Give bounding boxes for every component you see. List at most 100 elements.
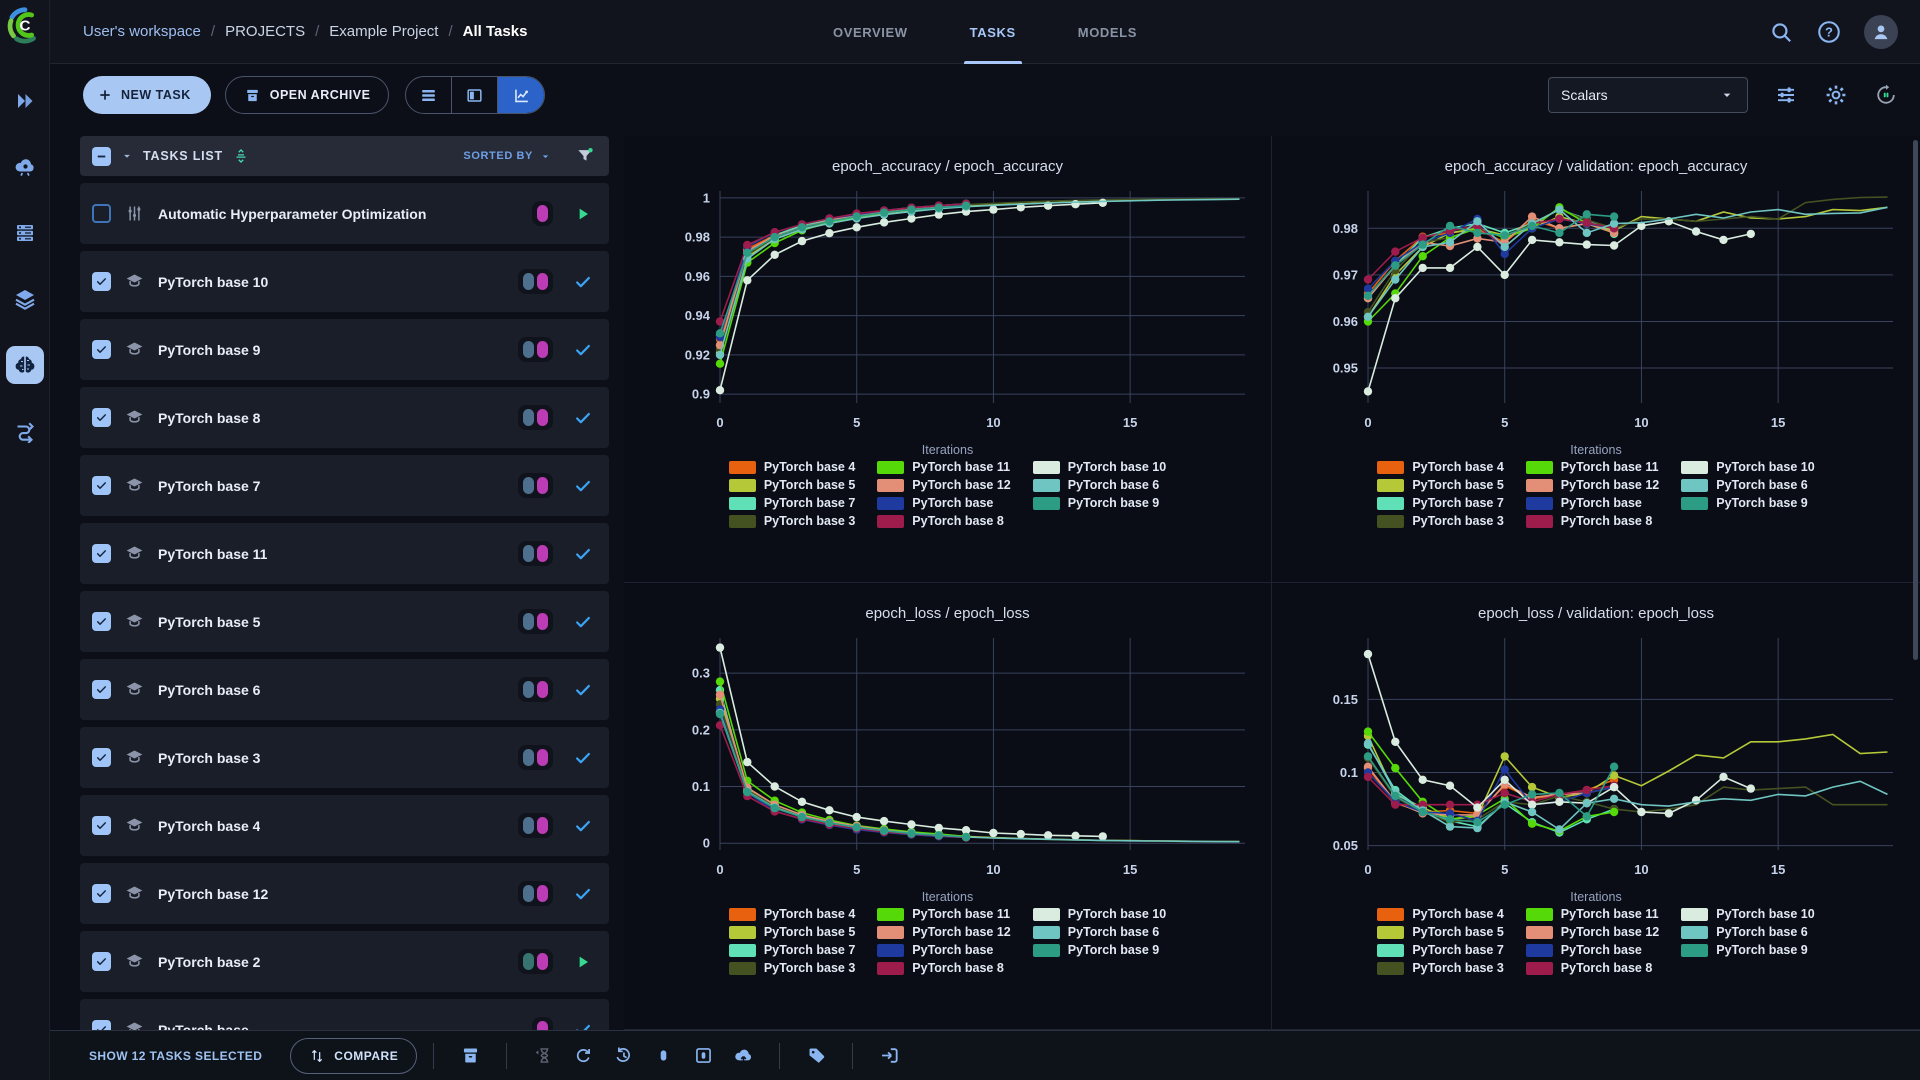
legend-item[interactable]: PyTorch base 8 — [877, 514, 1010, 528]
avatar-user-button[interactable] — [1864, 14, 1898, 49]
new-task-button[interactable]: NEW TASK — [83, 76, 211, 114]
split-view-button[interactable] — [452, 77, 499, 113]
task-checkbox[interactable] — [92, 1020, 111, 1030]
legend-item[interactable]: PyTorch base 12 — [1525, 925, 1659, 939]
legend-item[interactable]: PyTorch base — [1525, 496, 1659, 510]
sidebar-item-quick-start[interactable] — [6, 82, 44, 120]
legend-item[interactable]: PyTorch base 6 — [1681, 478, 1814, 492]
tab-overview[interactable]: OVERVIEW — [809, 0, 932, 64]
help-button[interactable]: ? — [1816, 19, 1842, 45]
task-checkbox[interactable] — [92, 408, 111, 427]
legend-item[interactable]: PyTorch base 9 — [1032, 943, 1166, 957]
task-checkbox[interactable] — [92, 748, 111, 767]
legend-item[interactable]: PyTorch base 4 — [728, 460, 855, 474]
reset-button[interactable] — [563, 1036, 603, 1076]
task-row[interactable]: PyTorch base 4 — [80, 795, 609, 856]
filter-funnel-icon[interactable] — [575, 146, 595, 166]
legend-item[interactable]: PyTorch base 6 — [1032, 925, 1166, 939]
selection-menu-caret-icon[interactable] — [120, 149, 134, 163]
task-checkbox[interactable] — [92, 680, 111, 699]
legend-item[interactable]: PyTorch base 12 — [877, 478, 1011, 492]
abort-all-children-button[interactable] — [683, 1036, 723, 1076]
legend-item[interactable]: PyTorch base 9 — [1681, 943, 1814, 957]
task-row[interactable]: PyTorch base 5 — [80, 591, 609, 652]
retry-button[interactable] — [603, 1036, 643, 1076]
legend-item[interactable]: PyTorch base 8 — [1525, 961, 1659, 975]
legend-item[interactable]: PyTorch base 7 — [1377, 496, 1504, 510]
legend-item[interactable]: PyTorch base 9 — [1032, 496, 1166, 510]
task-checkbox[interactable] — [92, 952, 111, 971]
legend-item[interactable]: PyTorch base 6 — [1681, 925, 1814, 939]
task-checkbox[interactable] — [92, 544, 111, 563]
legend-item[interactable]: PyTorch base 4 — [1377, 460, 1504, 474]
tab-tasks[interactable]: TASKS — [946, 0, 1040, 64]
move-to-project-button[interactable] — [869, 1036, 909, 1076]
compare-button[interactable]: COMPARE — [290, 1037, 418, 1074]
legend-item[interactable]: PyTorch base 5 — [1377, 925, 1504, 939]
sorted-by-control[interactable]: SORTED BY — [463, 150, 552, 163]
tune-button[interactable] — [1774, 83, 1798, 107]
legend-item[interactable]: PyTorch base 10 — [1032, 907, 1166, 921]
task-row[interactable]: PyTorch base 10 — [80, 251, 609, 312]
task-row[interactable]: PyTorch base 6 — [80, 659, 609, 720]
task-checkbox[interactable] — [92, 340, 111, 359]
task-row[interactable]: PyTorch base 12 — [80, 863, 609, 924]
selected-count-text[interactable]: SHOW 12 TASKS SELECTED — [89, 1049, 262, 1063]
chart-plot[interactable]: 0 5 10 15 0.95 0.96 0.97 0.98 — [1276, 177, 1916, 445]
breadcrumb-item[interactable]: PROJECTS — [225, 23, 305, 40]
legend-item[interactable]: PyTorch base 12 — [1525, 478, 1659, 492]
metric-type-select[interactable]: Scalars — [1548, 77, 1748, 113]
task-checkbox[interactable] — [92, 204, 111, 223]
legend-item[interactable]: PyTorch base 7 — [1377, 943, 1504, 957]
legend-item[interactable]: PyTorch base 6 — [1032, 478, 1166, 492]
sidebar-item-cloud-autoscaler[interactable] — [6, 148, 44, 186]
sidebar-item-workers-queues[interactable] — [6, 214, 44, 252]
legend-item[interactable]: PyTorch base 10 — [1032, 460, 1166, 474]
legend-item[interactable]: PyTorch base 5 — [728, 925, 855, 939]
task-checkbox[interactable] — [92, 612, 111, 631]
abort-button[interactable] — [643, 1036, 683, 1076]
legend-item[interactable]: PyTorch base 10 — [1681, 460, 1815, 474]
task-checkbox[interactable] — [92, 884, 111, 903]
legend-item[interactable]: PyTorch base 10 — [1681, 907, 1815, 921]
task-row[interactable]: PyTorch base 7 — [80, 455, 609, 516]
gear-button[interactable] — [1824, 83, 1848, 107]
legend-item[interactable]: PyTorch base 5 — [728, 478, 855, 492]
chart-view-button[interactable] — [498, 77, 545, 113]
breadcrumb-item[interactable]: Example Project — [329, 23, 438, 40]
task-row[interactable]: Automatic Hyperparameter Optimization — [80, 183, 609, 244]
task-row[interactable]: PyTorch base — [80, 999, 609, 1030]
row-density-icon[interactable] — [232, 147, 250, 165]
legend-item[interactable]: PyTorch base 5 — [1377, 478, 1504, 492]
legend-item[interactable]: PyTorch base 11 — [877, 460, 1010, 474]
legend-item[interactable]: PyTorch base 3 — [728, 514, 855, 528]
breadcrumb-item[interactable]: User's workspace — [83, 23, 201, 40]
table-view-button[interactable] — [406, 77, 453, 113]
chart-plot[interactable]: 0 5 10 15 0 0.1 0.2 0.3 — [628, 624, 1268, 892]
legend-item[interactable]: PyTorch base 11 — [1525, 460, 1659, 474]
add-tag-button[interactable] — [796, 1036, 836, 1076]
clearml-logo-icon[interactable]: C — [6, 6, 44, 44]
legend-item[interactable]: PyTorch base 3 — [1377, 961, 1504, 975]
legend-item[interactable]: PyTorch base — [877, 943, 1010, 957]
legend-item[interactable]: PyTorch base 3 — [728, 961, 855, 975]
archive-button[interactable] — [450, 1036, 490, 1076]
legend-item[interactable]: PyTorch base — [1525, 943, 1659, 957]
legend-item[interactable]: PyTorch base 8 — [1525, 514, 1659, 528]
legend-item[interactable]: PyTorch base 4 — [728, 907, 855, 921]
sidebar-item-projects-brain[interactable] — [5, 346, 44, 384]
legend-item[interactable]: PyTorch base 11 — [877, 907, 1010, 921]
auto-refresh-button[interactable] — [1874, 83, 1898, 107]
task-row[interactable]: PyTorch base 9 — [80, 319, 609, 380]
legend-item[interactable]: PyTorch base 12 — [877, 925, 1011, 939]
search-button[interactable] — [1768, 19, 1794, 45]
task-row[interactable]: PyTorch base 2 — [80, 931, 609, 992]
legend-item[interactable]: PyTorch base 7 — [728, 943, 855, 957]
charts-scrollbar[interactable] — [1913, 140, 1918, 660]
task-row[interactable]: PyTorch base 8 — [80, 387, 609, 448]
task-checkbox[interactable] — [92, 476, 111, 495]
sidebar-item-pipelines[interactable] — [6, 412, 44, 450]
legend-item[interactable]: PyTorch base 7 — [728, 496, 855, 510]
task-row[interactable]: PyTorch base 3 — [80, 727, 609, 788]
open-archive-button[interactable]: OPEN ARCHIVE — [224, 76, 390, 114]
